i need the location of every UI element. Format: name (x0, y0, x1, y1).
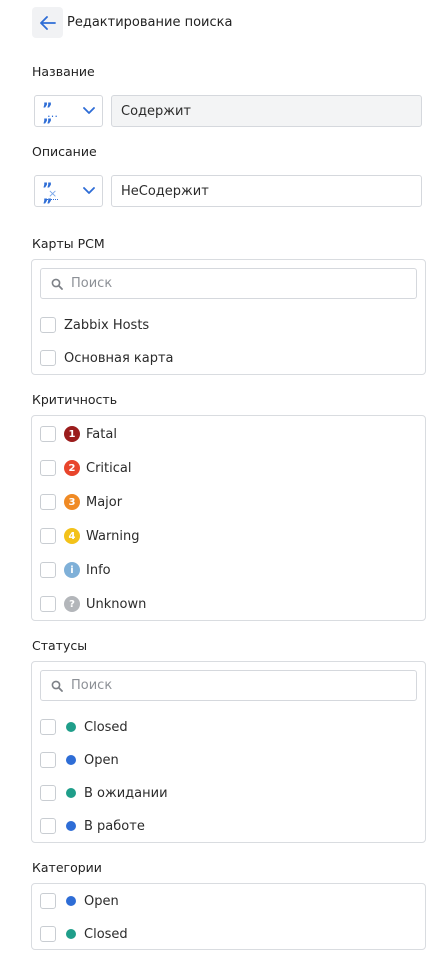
map-item[interactable]: Основная карта (40, 348, 174, 368)
severity-item-info[interactable]: i Info (40, 560, 111, 580)
category-item-label: Closed (84, 926, 128, 942)
status-item-label: Closed (84, 719, 128, 735)
category-dot (66, 929, 76, 939)
severity-badge: 3 (64, 494, 80, 510)
categories-label: Категории (32, 860, 102, 875)
category-item[interactable]: Closed (40, 924, 128, 944)
checkbox[interactable] (40, 752, 56, 768)
chevron-down-icon (83, 187, 95, 194)
name-value-field[interactable]: Содержит (111, 95, 422, 127)
categories-panel: Open Closed (31, 883, 426, 950)
status-dot (66, 788, 76, 798)
category-item[interactable]: Open (40, 891, 119, 911)
status-item[interactable]: Closed (40, 717, 128, 737)
checkbox[interactable] (40, 350, 56, 366)
maps-panel: Поиск Zabbix Hosts Основная карта (31, 259, 426, 375)
status-item-label: В ожидании (84, 785, 168, 801)
category-dot (66, 896, 76, 906)
checkbox[interactable] (40, 426, 56, 442)
map-item[interactable]: Zabbix Hosts (40, 315, 149, 335)
arrow-left-icon (39, 15, 56, 30)
category-item-label: Open (84, 893, 119, 909)
search-icon (51, 278, 63, 290)
checkbox[interactable] (40, 562, 56, 578)
severity-item-label: Critical (86, 460, 132, 476)
statuses-label: Статусы (32, 638, 88, 653)
search-placeholder: Поиск (71, 678, 113, 693)
search-placeholder: Поиск (71, 276, 113, 291)
checkbox[interactable] (40, 596, 56, 612)
severity-item-warning[interactable]: 4 Warning (40, 526, 139, 546)
contains-quote-icon: ” ”… (42, 99, 58, 134)
description-value-field[interactable]: НеСодержит (111, 175, 422, 207)
severity-badge: 1 (64, 426, 80, 442)
checkbox[interactable] (40, 460, 56, 476)
severity-badge: i (64, 562, 80, 578)
checkbox[interactable] (40, 818, 56, 834)
not-contains-quote-icon: ” ” × (42, 179, 58, 214)
checkbox[interactable] (40, 926, 56, 942)
severity-item-label: Info (86, 562, 111, 578)
severity-item-label: Major (86, 494, 123, 510)
maps-search-input[interactable]: Поиск (40, 268, 417, 299)
search-icon (51, 680, 63, 692)
severity-badge: 2 (64, 460, 80, 476)
checkbox[interactable] (40, 528, 56, 544)
status-item-label: Open (84, 752, 119, 768)
status-item[interactable]: Open (40, 750, 119, 770)
severity-item-label: Warning (86, 528, 140, 544)
checkbox[interactable] (40, 317, 56, 333)
severity-item-label: Unknown (86, 596, 147, 612)
maps-label: Карты РСМ (32, 236, 105, 251)
severity-item-label: Fatal (86, 426, 117, 442)
severity-item-major[interactable]: 3 Major (40, 492, 122, 512)
status-item[interactable]: В работе (40, 816, 145, 836)
description-label: Описание (32, 144, 97, 159)
status-item-label: В работе (84, 818, 145, 834)
status-dot (66, 755, 76, 765)
severity-item-critical[interactable]: 2 Critical (40, 458, 131, 478)
checkbox[interactable] (40, 719, 56, 735)
severity-item-unknown[interactable]: ? Unknown (40, 594, 146, 614)
severity-item-fatal[interactable]: 1 Fatal (40, 424, 117, 444)
checkbox[interactable] (40, 494, 56, 510)
name-operator-select[interactable]: ” ”… (34, 95, 103, 134)
page-title: Редактирование поиска (67, 15, 233, 30)
description-operator-select[interactable]: ” ” × (34, 175, 103, 214)
severity-badge: ? (64, 596, 80, 612)
map-item-label: Zabbix Hosts (64, 317, 150, 333)
severity-panel: 1 Fatal 2 Critical 3 Major 4 Warning i I… (31, 415, 426, 621)
back-button[interactable] (32, 7, 63, 38)
status-dot (66, 821, 76, 831)
severity-label: Критичность (32, 392, 118, 407)
status-dot (66, 722, 76, 732)
status-item[interactable]: В ожидании (40, 783, 168, 803)
checkbox[interactable] (40, 893, 56, 909)
name-label: Название (32, 64, 95, 79)
severity-badge: 4 (64, 528, 80, 544)
chevron-down-icon (83, 107, 95, 114)
map-item-label: Основная карта (64, 350, 174, 366)
statuses-panel: Поиск Closed Open В ожидании В работе (31, 661, 426, 843)
statuses-search-input[interactable]: Поиск (40, 670, 417, 701)
checkbox[interactable] (40, 785, 56, 801)
